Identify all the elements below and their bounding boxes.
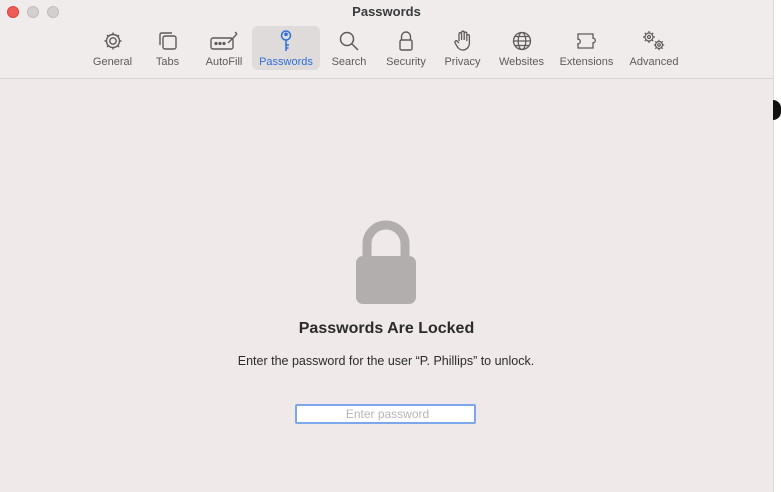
tab-autofill[interactable]: AutoFill: [196, 26, 252, 70]
tab-general[interactable]: General: [86, 26, 139, 70]
gear-icon: [104, 32, 121, 50]
password-field[interactable]: [295, 404, 476, 424]
puzzle-icon: [576, 33, 596, 49]
window-title: Passwords: [352, 4, 421, 19]
gears-icon: [643, 31, 665, 51]
tab-tabs-label: Tabs: [155, 56, 180, 68]
key-icon: [280, 30, 292, 51]
safari-settings-window: Passwords General Tabs AutoFill Password…: [0, 0, 773, 492]
locked-heading: Passwords Are Locked: [298, 320, 475, 337]
tab-privacy[interactable]: Privacy: [434, 26, 491, 70]
tab-passwords-label: Passwords: [259, 56, 313, 68]
tabs-icon: [158, 32, 177, 50]
tab-search[interactable]: Search: [320, 26, 378, 70]
background-window-edge: [773, 0, 781, 492]
tab-privacy-label: Privacy: [444, 56, 481, 68]
globe-icon: [512, 31, 531, 51]
autofill-pencil-icon: [210, 31, 238, 50]
tab-passwords[interactable]: Passwords: [252, 26, 320, 70]
tab-websites-label: Websites: [498, 56, 545, 68]
settings-toolbar: General Tabs AutoFill Passwords Search S…: [86, 26, 687, 72]
tab-autofill-label: AutoFill: [205, 56, 243, 68]
large-lock-icon: [356, 220, 416, 304]
tab-general-label: General: [92, 56, 133, 68]
lock-icon: [399, 31, 413, 51]
tab-tabs[interactable]: Tabs: [139, 26, 196, 70]
tab-websites[interactable]: Websites: [491, 26, 552, 70]
tab-extensions[interactable]: Extensions: [552, 26, 621, 70]
tab-search-label: Search: [331, 56, 367, 68]
titlebar: Passwords General Tabs AutoFill Password…: [0, 0, 773, 79]
tab-security[interactable]: Security: [378, 26, 434, 70]
magnifier-icon: [339, 31, 359, 51]
tab-advanced[interactable]: Advanced: [621, 26, 687, 70]
passwords-locked-pane: Passwords Are Locked Enter the password …: [0, 79, 773, 492]
tab-security-label: Security: [386, 56, 426, 68]
tab-extensions-label: Extensions: [559, 56, 614, 68]
tab-advanced-label: Advanced: [629, 56, 679, 68]
unlock-instructions: Enter the password for the user “P. Phil…: [237, 354, 535, 368]
hand-icon: [453, 30, 470, 51]
